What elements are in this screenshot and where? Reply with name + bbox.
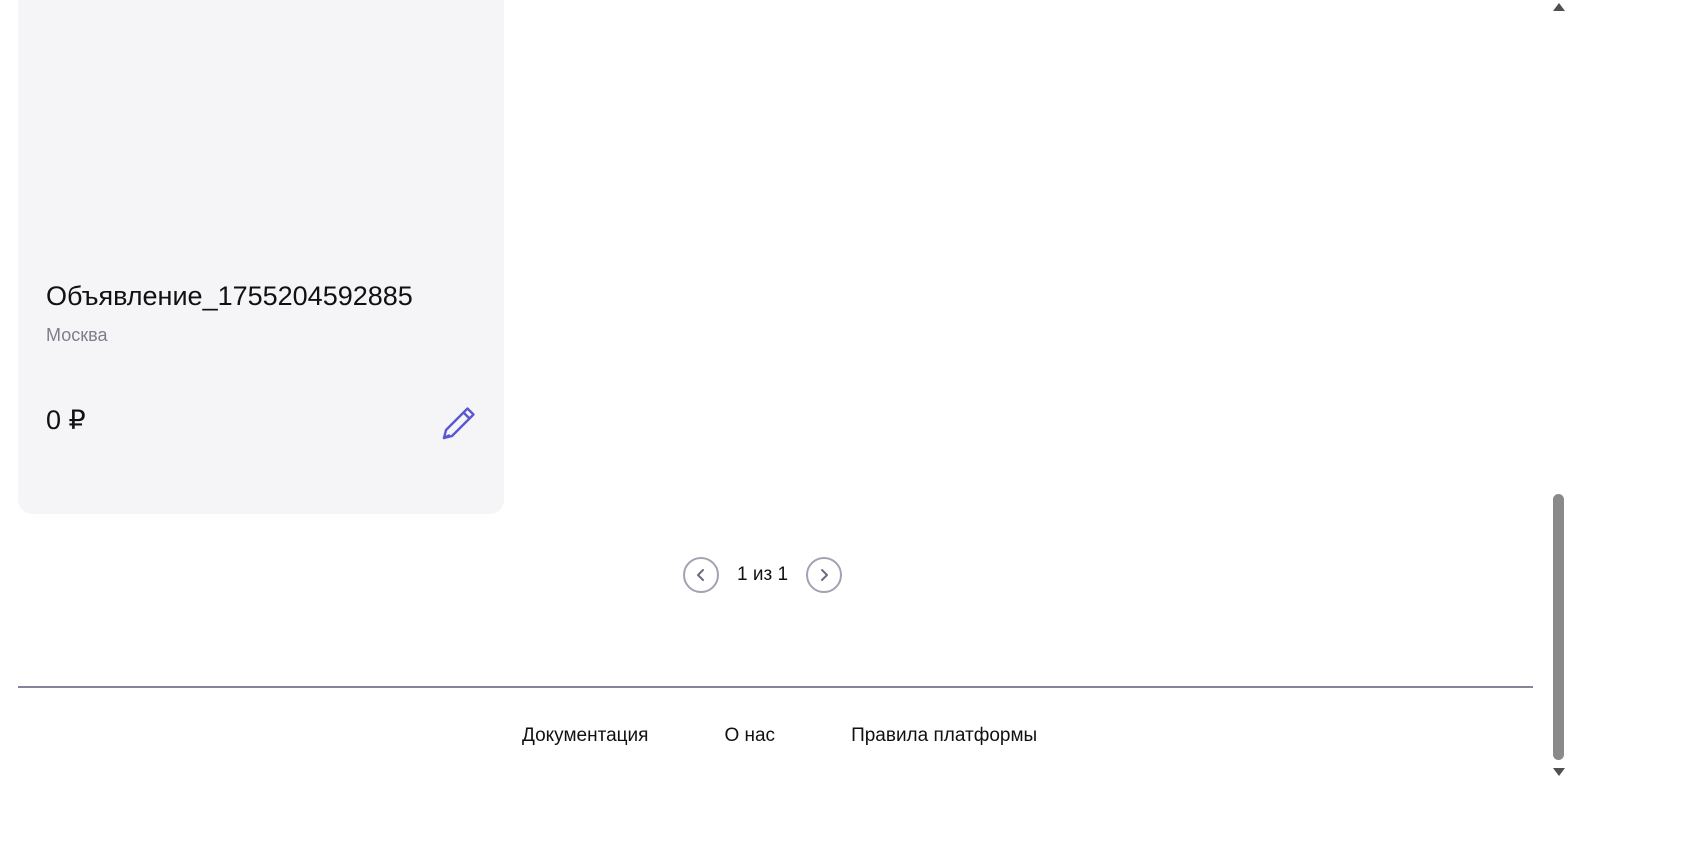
- ad-title[interactable]: Объявление_1755204592885: [46, 279, 413, 313]
- edit-ad-button[interactable]: [440, 404, 478, 442]
- pencil-icon: [442, 407, 475, 440]
- footer-nav: Документация О нас Правила платформы: [522, 725, 1037, 747]
- ad-card[interactable]: Объявление_1755204592885 Москва 0 ₽: [18, 0, 504, 514]
- footer-link-about[interactable]: О нас: [724, 725, 775, 747]
- page: Объявление_1755204592885 Москва 0 ₽ 1 из…: [0, 0, 1690, 844]
- scrollbar-thumb[interactable]: [1553, 494, 1564, 760]
- footer-divider: [18, 686, 1533, 688]
- prev-page-button[interactable]: [683, 557, 719, 593]
- page-indicator: 1 из 1: [737, 564, 789, 585]
- next-page-button[interactable]: [806, 557, 843, 593]
- scroll-down-arrow-icon[interactable]: [1553, 768, 1565, 776]
- pagination: 1 из 1: [683, 555, 843, 595]
- ad-city: Москва: [46, 325, 108, 345]
- ad-price: 0 ₽: [46, 405, 86, 435]
- scroll-up-arrow-icon[interactable]: [1553, 3, 1565, 11]
- footer-link-documentation[interactable]: Документация: [522, 725, 648, 747]
- vertical-scrollbar[interactable]: [1550, 0, 1567, 782]
- ad-image-placeholder[interactable]: [18, 0, 504, 260]
- chevron-left-icon: [697, 569, 704, 581]
- footer-link-platform-rules[interactable]: Правила платформы: [851, 725, 1037, 747]
- chevron-right-icon: [821, 569, 829, 581]
